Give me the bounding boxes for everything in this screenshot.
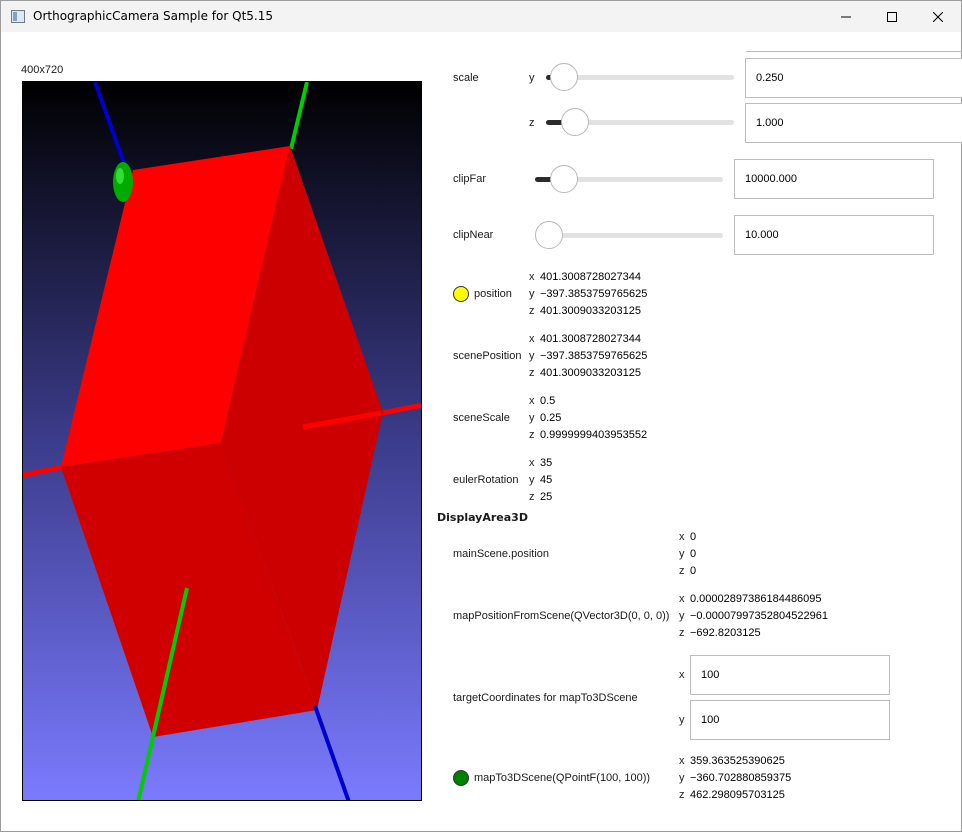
- mappositionfromscene-label: mapPositionFromScene(QVector3D(0, 0, 0)): [453, 610, 670, 622]
- scenescale-y-axis: y: [529, 412, 535, 424]
- sceneposition-y-axis: y: [529, 350, 535, 362]
- target-marker-highlight: [116, 168, 124, 184]
- clipnear-slider[interactable]: [535, 221, 723, 249]
- app-icon: [11, 10, 25, 23]
- target-marker: [113, 162, 133, 202]
- mapto3dscene-x-value: 359.363525390625: [690, 755, 785, 767]
- mainscene-y-value: 0: [690, 548, 697, 560]
- scale-field-divider: [746, 51, 962, 52]
- clipfar-label: clipFar: [453, 173, 487, 185]
- eulerrotation-label: eulerRotation: [453, 474, 519, 486]
- scene-render: [23, 82, 421, 800]
- displayarea3d-heading: DisplayArea3D: [437, 511, 528, 524]
- mappositionfromscene-y-axis: y: [679, 610, 685, 622]
- scenescale-z-value: 0.9999999403953552: [540, 429, 648, 441]
- clipnear-label: clipNear: [453, 229, 494, 241]
- minimize-button[interactable]: [823, 1, 869, 32]
- scale-label: scale: [453, 72, 479, 84]
- targetcoordinates-y-input[interactable]: [690, 700, 890, 740]
- clipnear-slider-handle[interactable]: [535, 221, 563, 249]
- mainscene-z-axis: z: [679, 565, 685, 577]
- title-bar[interactable]: OrthographicCamera Sample for Qt5.15: [1, 1, 961, 32]
- scenescale-x-value: 0.5: [540, 395, 556, 407]
- mapto3dscene-x-axis: x: [679, 755, 685, 767]
- eulerrotation-z-value: 25: [540, 491, 553, 503]
- mappositionfromscene-x-axis: x: [679, 593, 685, 605]
- position-y-value: −397.3853759765625: [540, 288, 648, 300]
- targetcoordinates-x-axis: x: [679, 669, 685, 681]
- eulerrotation-z-axis: z: [529, 491, 535, 503]
- position-z-axis: z: [529, 305, 535, 317]
- mapto3dscene-color-indicator: [453, 770, 469, 786]
- scale-y-input[interactable]: [745, 58, 962, 98]
- scale-z-slider[interactable]: [546, 108, 734, 136]
- close-button[interactable]: [915, 1, 961, 32]
- scale-z-input[interactable]: [745, 103, 962, 143]
- scenescale-x-axis: x: [529, 395, 535, 407]
- mappositionfromscene-x-value: 0.00002897386184486095: [690, 593, 822, 605]
- position-x-value: 401.3008728027344: [540, 271, 641, 283]
- window-title: OrthographicCamera Sample for Qt5.15: [33, 9, 273, 23]
- clipfar-input[interactable]: [734, 159, 934, 199]
- position-y-axis: y: [529, 288, 535, 300]
- maximize-icon: [887, 11, 897, 22]
- mapto3dscene-z-value: 462.298095703125: [690, 789, 785, 801]
- mappositionfromscene-z-value: −692.8203125: [690, 627, 761, 639]
- sceneposition-z-axis: z: [529, 367, 535, 379]
- scale-y-slider[interactable]: [546, 63, 734, 91]
- scenescale-z-axis: z: [529, 429, 535, 441]
- mappositionfromscene-z-axis: z: [679, 627, 685, 639]
- display-area-3d[interactable]: [22, 81, 422, 801]
- clipnear-input[interactable]: [734, 215, 934, 255]
- scale-y-slider-handle[interactable]: [550, 63, 578, 91]
- mapto3dscene-y-axis: y: [679, 772, 685, 784]
- mainscene-y-axis: y: [679, 548, 685, 560]
- mainscene-z-value: 0: [690, 565, 697, 577]
- sceneposition-x-value: 401.3008728027344: [540, 333, 641, 345]
- scale-z-slider-handle[interactable]: [561, 108, 589, 136]
- position-z-value: 401.3009033203125: [540, 305, 641, 317]
- sceneposition-label: scenePosition: [453, 350, 522, 362]
- eulerrotation-x-value: 35: [540, 457, 553, 469]
- sceneposition-y-value: −397.3853759765625: [540, 350, 648, 362]
- sceneposition-z-value: 401.3009033203125: [540, 367, 641, 379]
- targetcoordinates-label: targetCoordinates for mapTo3DScene: [453, 692, 638, 704]
- clipfar-slider-handle[interactable]: [550, 165, 578, 193]
- minimize-icon: [841, 16, 851, 17]
- position-x-axis: x: [529, 271, 535, 283]
- targetcoordinates-x-input[interactable]: [690, 655, 890, 695]
- eulerrotation-y-axis: y: [529, 474, 535, 486]
- mappositionfromscene-y-value: −0.00007997352804522961: [690, 610, 828, 622]
- close-icon: [933, 11, 943, 22]
- eulerrotation-x-axis: x: [529, 457, 535, 469]
- mainscene-position-label: mainScene.position: [453, 548, 550, 560]
- sceneposition-x-axis: x: [529, 333, 535, 345]
- mainscene-x-value: 0: [690, 531, 697, 543]
- scale-y-axis-label: y: [529, 72, 535, 84]
- mapto3dscene-z-axis: z: [679, 789, 685, 801]
- maximize-button[interactable]: [869, 1, 915, 32]
- targetcoordinates-y-axis: y: [679, 714, 685, 726]
- clipfar-slider[interactable]: [535, 165, 723, 193]
- clipnear-slider-track: [535, 233, 723, 238]
- mainscene-x-axis: x: [679, 531, 685, 543]
- viewport-size-label: 400x720: [21, 64, 64, 76]
- mapto3dscene-y-value: −360.702880859375: [690, 772, 792, 784]
- app-window: OrthographicCamera Sample for Qt5.15 400…: [0, 0, 962, 832]
- eulerrotation-y-value: 45: [540, 474, 553, 486]
- scenescale-label: sceneScale: [453, 412, 510, 424]
- scale-z-axis-label: z: [529, 117, 535, 129]
- position-label: position: [474, 288, 512, 300]
- position-color-indicator: [453, 286, 469, 302]
- mapto3dscene-label: mapTo3DScene(QPointF(100, 100)): [474, 772, 651, 784]
- scenescale-y-value: 0.25: [540, 412, 562, 424]
